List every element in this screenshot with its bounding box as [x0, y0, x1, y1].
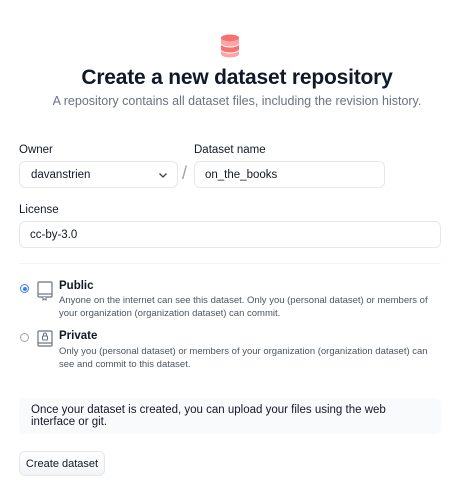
private-radio[interactable]	[20, 333, 29, 342]
page-subtitle: A repository contains all dataset files,…	[52, 94, 422, 108]
create-dataset-button[interactable]: Create dataset	[19, 451, 105, 476]
lock-book-icon	[37, 330, 53, 347]
license-input[interactable]: cc-by-3.0	[19, 221, 441, 248]
owner-value: davanstrien	[31, 168, 91, 181]
database-icon	[221, 34, 239, 58]
private-description: Only you (personal dataset) or members o…	[59, 346, 428, 370]
public-radio[interactable]	[20, 284, 29, 293]
dataset-name-label: Dataset name	[194, 144, 266, 156]
dataset-name-value: on_the_books	[205, 168, 278, 181]
owner-label: Owner	[19, 144, 53, 156]
page-title: Create a new dataset repository	[81, 66, 393, 89]
divider	[19, 263, 441, 264]
private-title: Private	[59, 330, 98, 342]
public-title: Public	[59, 280, 94, 292]
dataset-name-input[interactable]: on_the_books	[194, 161, 385, 188]
license-value: cc-by-3.0	[30, 228, 78, 241]
book-icon	[37, 281, 53, 301]
info-text: Once your dataset is created, you can up…	[31, 404, 386, 428]
public-description: Anyone on the internet can see this data…	[59, 295, 428, 319]
create-dataset-page: Create a new dataset repository A reposi…	[0, 0, 474, 486]
info-box: Once your dataset is created, you can up…	[19, 398, 441, 434]
license-label: License	[19, 204, 59, 216]
chevron-down-icon	[159, 173, 167, 178]
owner-select[interactable]: davanstrien	[19, 161, 178, 188]
owner-name-separator: /	[182, 163, 188, 183]
